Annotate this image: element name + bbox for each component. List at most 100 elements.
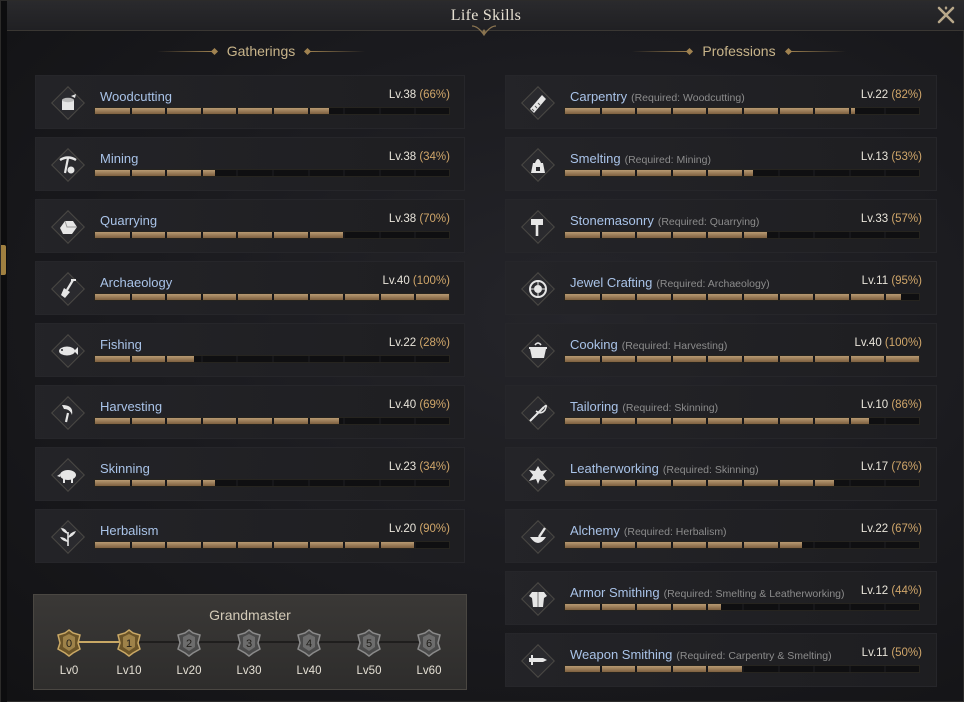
professions-header: Professions: [619, 41, 859, 61]
progress-bar: [564, 169, 920, 177]
progress-segment-divider: [129, 356, 132, 362]
progress-segment-divider: [813, 294, 816, 300]
grandmaster-badge-icon[interactable]: 3: [236, 629, 262, 657]
progress-segment-divider: [742, 356, 744, 362]
progress-segment-divider: [307, 418, 310, 424]
skill-row-herbalism[interactable]: Herbalism Lv.20 (90%): [35, 509, 465, 563]
skill-row-carpentry[interactable]: Carpentry (Required: Woodcutting) Lv.22 (8…: [505, 75, 937, 129]
skill-row-harvesting[interactable]: Harvesting Lv.40 (69%): [35, 385, 465, 439]
skill-row-woodcutting[interactable]: Woodcutting Lv.38 (66%): [35, 75, 465, 129]
progress-segment-divider: [378, 232, 381, 238]
grandmaster-rank: 4: [306, 638, 312, 650]
skill-level: Lv.23 (34%): [389, 461, 450, 473]
skill-name-text: Herbalism: [100, 523, 159, 538]
grandmaster-badge-icon[interactable]: 0: [56, 629, 82, 657]
progress-bar: [564, 293, 920, 301]
skill-percent: (82%): [891, 89, 922, 101]
skill-row-fishing[interactable]: Fishing Lv.22 (28%): [35, 323, 465, 377]
progress-segment-divider: [343, 418, 346, 424]
skill-percent: (50%): [891, 647, 922, 659]
progress-segment-divider: [599, 604, 602, 610]
skill-name-text: Fishing: [100, 337, 142, 352]
skill-level: Lv.40 (100%): [854, 337, 922, 349]
progress-segment-divider: [236, 356, 239, 362]
skill-row-mining[interactable]: Mining Lv.38 (34%): [35, 137, 465, 191]
grandmaster-badge-icon[interactable]: 5: [356, 629, 382, 657]
progress-segment-divider: [200, 418, 203, 424]
skill-icon-frame: [521, 86, 555, 120]
skill-level: Lv.10 (86%): [861, 399, 922, 411]
skill-row-archaeology[interactable]: Archaeology Lv.40 (100%): [35, 261, 465, 315]
grandmaster-badge-icon[interactable]: 4: [296, 629, 322, 657]
progress-segment-divider: [670, 232, 673, 238]
progress-segment-divider: [742, 666, 744, 672]
progress-segment-divider: [378, 108, 381, 114]
progress-segment-divider: [635, 666, 638, 672]
progress-segment-divider: [272, 480, 274, 486]
skill-row-armor-smithing[interactable]: Armor Smithing (Required: Smelting & Leat…: [505, 571, 937, 625]
skill-percent: (66%): [419, 89, 450, 101]
progress-segment-divider: [378, 542, 381, 548]
skill-name: Cooking (Required: Harvesting): [570, 337, 727, 352]
progress-segment-divider: [599, 356, 602, 362]
stone-icon: [60, 220, 77, 234]
saw-icon: [530, 95, 546, 113]
skill-row-cooking[interactable]: Cooking (Required: Harvesting) Lv.40 (100%…: [505, 323, 937, 377]
progress-segment-divider: [343, 108, 346, 114]
skill-name-text: Armor Smithing: [570, 585, 660, 600]
grandmaster-badge-icon[interactable]: 2: [176, 629, 202, 657]
progress-segment-divider: [706, 666, 709, 672]
skill-name: Herbalism: [100, 523, 159, 538]
skill-name: Smelting (Required: Mining): [570, 151, 711, 166]
skill-name-text: Alchemy: [570, 523, 620, 538]
progress-segment-divider: [200, 356, 203, 362]
fish-icon: [59, 346, 78, 356]
leaf-icon: [60, 528, 76, 546]
side-tab[interactable]: [1, 245, 6, 275]
grandmaster-rank: 6: [426, 638, 432, 650]
progress-segment-divider: [343, 356, 346, 362]
progress-segment-divider: [343, 294, 346, 300]
skill-row-stonemasonry[interactable]: Stonemasonry (Required: Quarrying) Lv.33 (…: [505, 199, 937, 253]
skill-level-value: Lv.38: [388, 89, 417, 101]
skill-level-value: Lv.40: [854, 337, 882, 349]
skill-row-smelting[interactable]: Smelting (Required: Mining) Lv.13 (53%): [505, 137, 937, 191]
skill-icon-frame: [51, 334, 85, 368]
progress-bar: [564, 603, 920, 611]
progress-segment-divider: [599, 480, 602, 486]
skill-row-jewel-crafting[interactable]: Jewel Crafting (Required: Archaeology) Lv.…: [505, 261, 937, 315]
close-icon[interactable]: [935, 4, 957, 26]
progress-segment-divider: [307, 170, 310, 176]
skill-level: Lv.12 (44%): [861, 585, 922, 597]
progress-segment-divider: [129, 418, 132, 424]
progress-segment-divider: [777, 666, 780, 672]
progress-segment-divider: [706, 480, 709, 486]
skill-requirement: (Required: Woodcutting): [631, 92, 745, 104]
progress-bar: [94, 541, 450, 549]
grandmaster-badge-icon[interactable]: 1: [116, 629, 142, 657]
progress-segment-divider: [414, 232, 417, 238]
progress-segment-divider: [777, 294, 780, 300]
progress-segment-divider: [813, 480, 816, 486]
skill-name: Carpentry (Required: Woodcutting): [570, 89, 745, 104]
progress-segment-divider: [165, 232, 168, 238]
window-title: Life Skills: [450, 7, 522, 24]
grandmaster-badge-icon[interactable]: 6: [416, 629, 442, 657]
skill-row-weapon-smithing[interactable]: Weapon Smithing (Required: Carpentry & Sm…: [505, 633, 937, 687]
skill-row-tailoring[interactable]: Tailoring (Required: Skinning) Lv.10 (86%): [505, 385, 937, 439]
skill-row-skinning[interactable]: Skinning Lv.23 (34%): [35, 447, 465, 501]
progress-bar: [94, 231, 450, 239]
skill-icon-frame: [521, 644, 555, 678]
skill-name-text: Mining: [100, 151, 139, 166]
grandmaster-tier-label: Lv10: [116, 665, 142, 677]
progress-bar: [94, 107, 450, 115]
skill-name: Harvesting: [100, 399, 162, 414]
skill-percent: (34%): [419, 461, 450, 473]
sword-icon: [529, 655, 547, 665]
skill-row-alchemy[interactable]: Alchemy (Required: Herbalism) Lv.22 (67%): [505, 509, 937, 563]
skill-row-quarrying[interactable]: Quarrying Lv.38 (70%): [35, 199, 465, 253]
progress-fill: [95, 542, 414, 548]
grandmaster-tier-label: Lv40: [296, 665, 322, 677]
skill-row-leatherworking[interactable]: Leatherworking (Required: Skinning) Lv.17 …: [505, 447, 937, 501]
skill-level: Lv.11 (95%): [862, 275, 922, 287]
